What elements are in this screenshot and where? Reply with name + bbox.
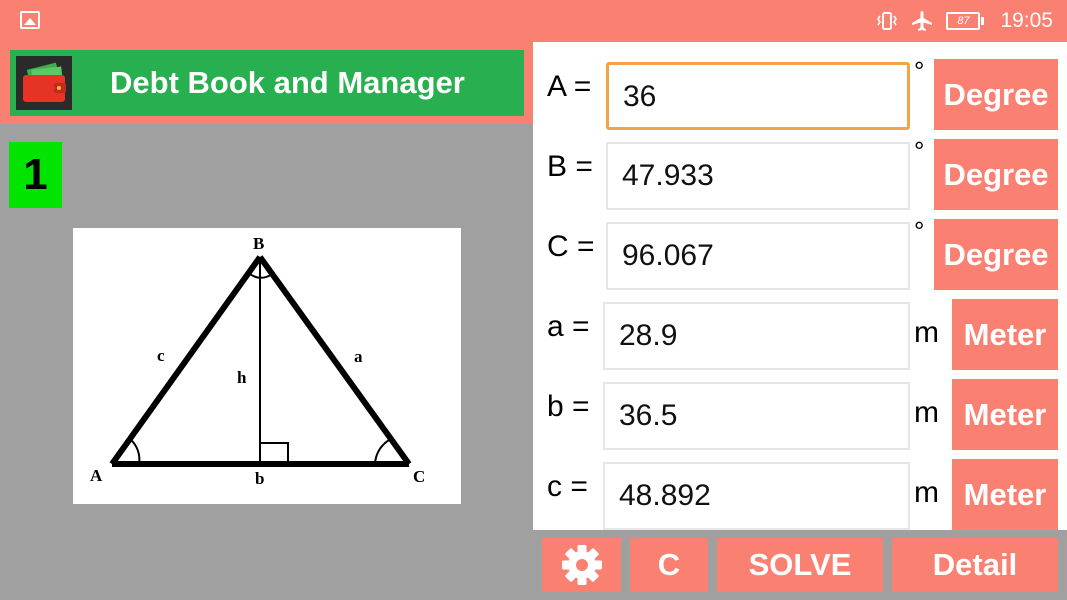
- side-c-field-label: c =: [547, 470, 588, 503]
- action-bar: C SOLVE Detail: [533, 530, 1067, 600]
- status-icons: 87 19:05: [876, 0, 1053, 42]
- triangle-diagram: B A C c a b h: [73, 228, 461, 504]
- angle-c-label: C =: [547, 230, 595, 263]
- ad-banner[interactable]: Debt Book and Manager: [0, 42, 533, 124]
- triangle-svg: B A C c a b h: [90, 234, 425, 488]
- vibrate-icon: [876, 10, 898, 32]
- angle-a-unit: °: [914, 56, 925, 86]
- ad-banner-title: Debt Book and Manager: [110, 65, 465, 100]
- side-b-unit-button[interactable]: Meter: [952, 379, 1058, 450]
- angle-a-row: A = 36 ° Degree: [533, 42, 1067, 130]
- angle-a-arc: [129, 438, 141, 465]
- side-c-unit-button[interactable]: Meter: [952, 459, 1058, 530]
- side-c-label: c: [157, 346, 165, 365]
- side-b-row: b = 36.5 m Meter: [533, 362, 1067, 450]
- vertex-a-label: A: [90, 466, 103, 485]
- solve-button[interactable]: SOLVE: [717, 538, 883, 592]
- side-a-field-label: a =: [547, 310, 590, 343]
- side-b-label: b: [255, 469, 264, 488]
- angle-c-unit-button[interactable]: Degree: [934, 219, 1058, 290]
- angle-b-input[interactable]: 47.933: [606, 142, 910, 210]
- settings-button[interactable]: [542, 538, 621, 592]
- side-a-input[interactable]: 28.9: [603, 302, 910, 370]
- vertex-c-label: C: [413, 467, 425, 486]
- angle-c-input[interactable]: 96.067: [606, 222, 910, 290]
- detail-button[interactable]: Detail: [892, 538, 1058, 592]
- airplane-mode-icon: [910, 9, 934, 33]
- angle-a-unit-button[interactable]: Degree: [934, 59, 1058, 130]
- height-label: h: [237, 368, 247, 387]
- angle-b-label: B =: [547, 150, 593, 183]
- status-clock: 19:05: [1000, 9, 1053, 32]
- angle-b-unit-button[interactable]: Degree: [934, 139, 1058, 210]
- side-a-unit-button[interactable]: Meter: [952, 299, 1058, 370]
- image-notification-icon: [20, 11, 40, 29]
- battery-level: 87: [946, 12, 981, 30]
- side-b-unit: m: [914, 396, 939, 429]
- side-b-input[interactable]: 36.5: [603, 382, 910, 450]
- ad-banner-inner[interactable]: Debt Book and Manager: [10, 50, 524, 116]
- side-a-label: a: [354, 347, 363, 366]
- clear-button[interactable]: C: [630, 538, 708, 592]
- side-c-input[interactable]: 48.892: [603, 462, 910, 530]
- status-bar: 87 19:05: [0, 0, 1067, 42]
- side-c-unit: m: [914, 476, 939, 509]
- angle-b-unit: °: [914, 136, 925, 166]
- vertex-b-label: B: [253, 234, 264, 253]
- gear-icon: [561, 545, 602, 585]
- triangle-index-badge: 1: [9, 142, 62, 208]
- angle-c-unit: °: [914, 216, 925, 246]
- side-c-line: [109, 255, 263, 466]
- input-panel: A = 36 ° Degree B = 47.933 ° Degree C = …: [533, 42, 1067, 530]
- side-c-row: c = 48.892 m Meter: [533, 442, 1067, 530]
- wallet-app-icon: [16, 56, 72, 110]
- angle-c-arc: [374, 439, 390, 465]
- angle-c-row: C = 96.067 ° Degree: [533, 202, 1067, 290]
- side-a-row: a = 28.9 m Meter: [533, 282, 1067, 370]
- angle-a-input[interactable]: 36: [606, 62, 910, 130]
- side-a-line: [257, 255, 412, 466]
- side-b-field-label: b =: [547, 390, 590, 423]
- battery-icon: 87: [946, 12, 985, 30]
- right-angle-marker: [259, 442, 289, 465]
- angle-a-label: A =: [547, 70, 592, 103]
- angle-b-row: B = 47.933 ° Degree: [533, 122, 1067, 210]
- side-a-unit: m: [914, 316, 939, 349]
